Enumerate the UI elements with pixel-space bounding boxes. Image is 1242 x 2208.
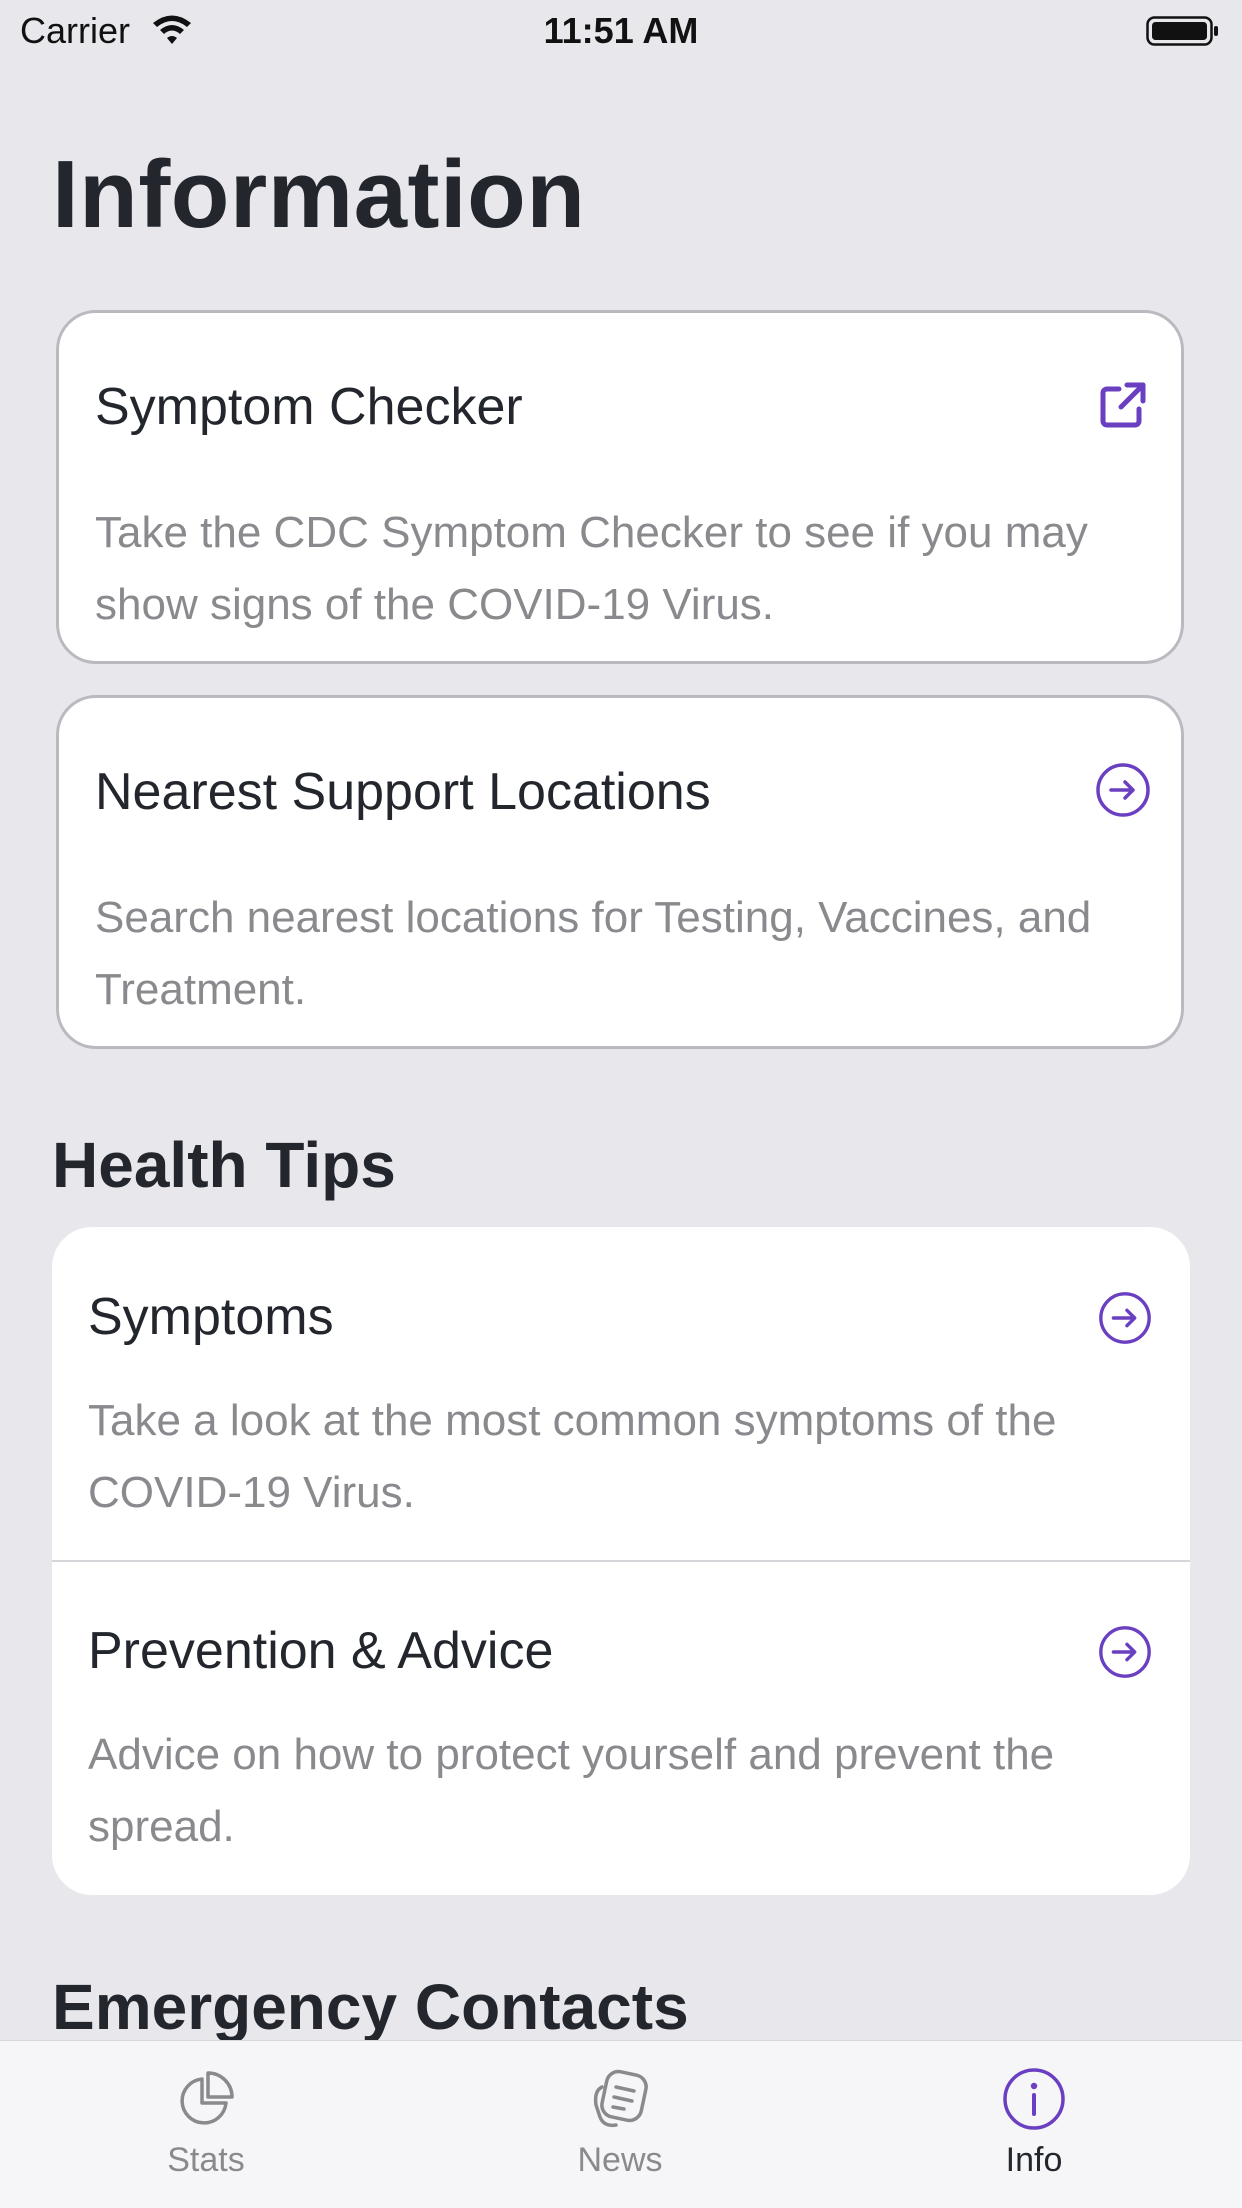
info-screen: Carrier 11:51 AM Information Symptom Che… (0, 0, 1242, 2208)
nearest-support-locations-card[interactable]: Nearest Support Locations Search nearest… (56, 695, 1184, 1049)
tip-title: Symptoms (88, 1288, 334, 1346)
health-tips-heading: Health Tips (52, 1129, 396, 1201)
arrow-circle-right-icon[interactable] (1093, 760, 1153, 820)
tab-label: Info (1005, 2141, 1063, 2179)
page-title: Information (52, 141, 586, 248)
card-title: Nearest Support Locations (95, 763, 711, 821)
external-link-icon[interactable] (1093, 375, 1153, 435)
tip-title: Prevention & Advice (88, 1622, 554, 1680)
tab-info[interactable]: Info (934, 2041, 1134, 2208)
card-description: Search nearest locations for Testing, Va… (95, 893, 1092, 1014)
tab-bar: Stats News Info (0, 2040, 1242, 2208)
card-description: Take the CDC Symptom Checker to see if y… (95, 508, 1088, 629)
tab-news[interactable]: News (520, 2041, 720, 2208)
emergency-contacts-heading: Emergency Contacts (52, 1971, 689, 2043)
symptom-checker-card[interactable]: Symptom Checker Take the CDC Symptom Che… (56, 310, 1184, 664)
tab-label: Stats (167, 2141, 245, 2179)
status-bar: Carrier 11:51 AM (0, 0, 1242, 62)
health-tips-group: Symptoms Take a look at the most common … (52, 1227, 1190, 1895)
newspaper-icon (593, 2069, 648, 2128)
chart-pie-icon (180, 2071, 234, 2125)
arrow-circle-right-icon[interactable] (1096, 1623, 1154, 1681)
tip-description: Take a look at the most common symptoms … (88, 1396, 1057, 1517)
tip-description: Advice on how to protect yourself and pr… (88, 1730, 1055, 1851)
card-title: Symptom Checker (95, 378, 523, 436)
tab-stats[interactable]: Stats (106, 2041, 306, 2208)
tab-label: News (577, 2141, 663, 2179)
battery-icon (1146, 16, 1218, 46)
tip-row-symptoms[interactable]: Symptoms Take a look at the most common … (52, 1227, 1190, 1561)
info-circle-icon (1003, 2068, 1065, 2130)
arrow-circle-right-icon[interactable] (1096, 1289, 1154, 1347)
tip-row-prevention[interactable]: Prevention & Advice Advice on how to pro… (52, 1561, 1190, 1895)
status-time: 11:51 AM (543, 10, 699, 51)
